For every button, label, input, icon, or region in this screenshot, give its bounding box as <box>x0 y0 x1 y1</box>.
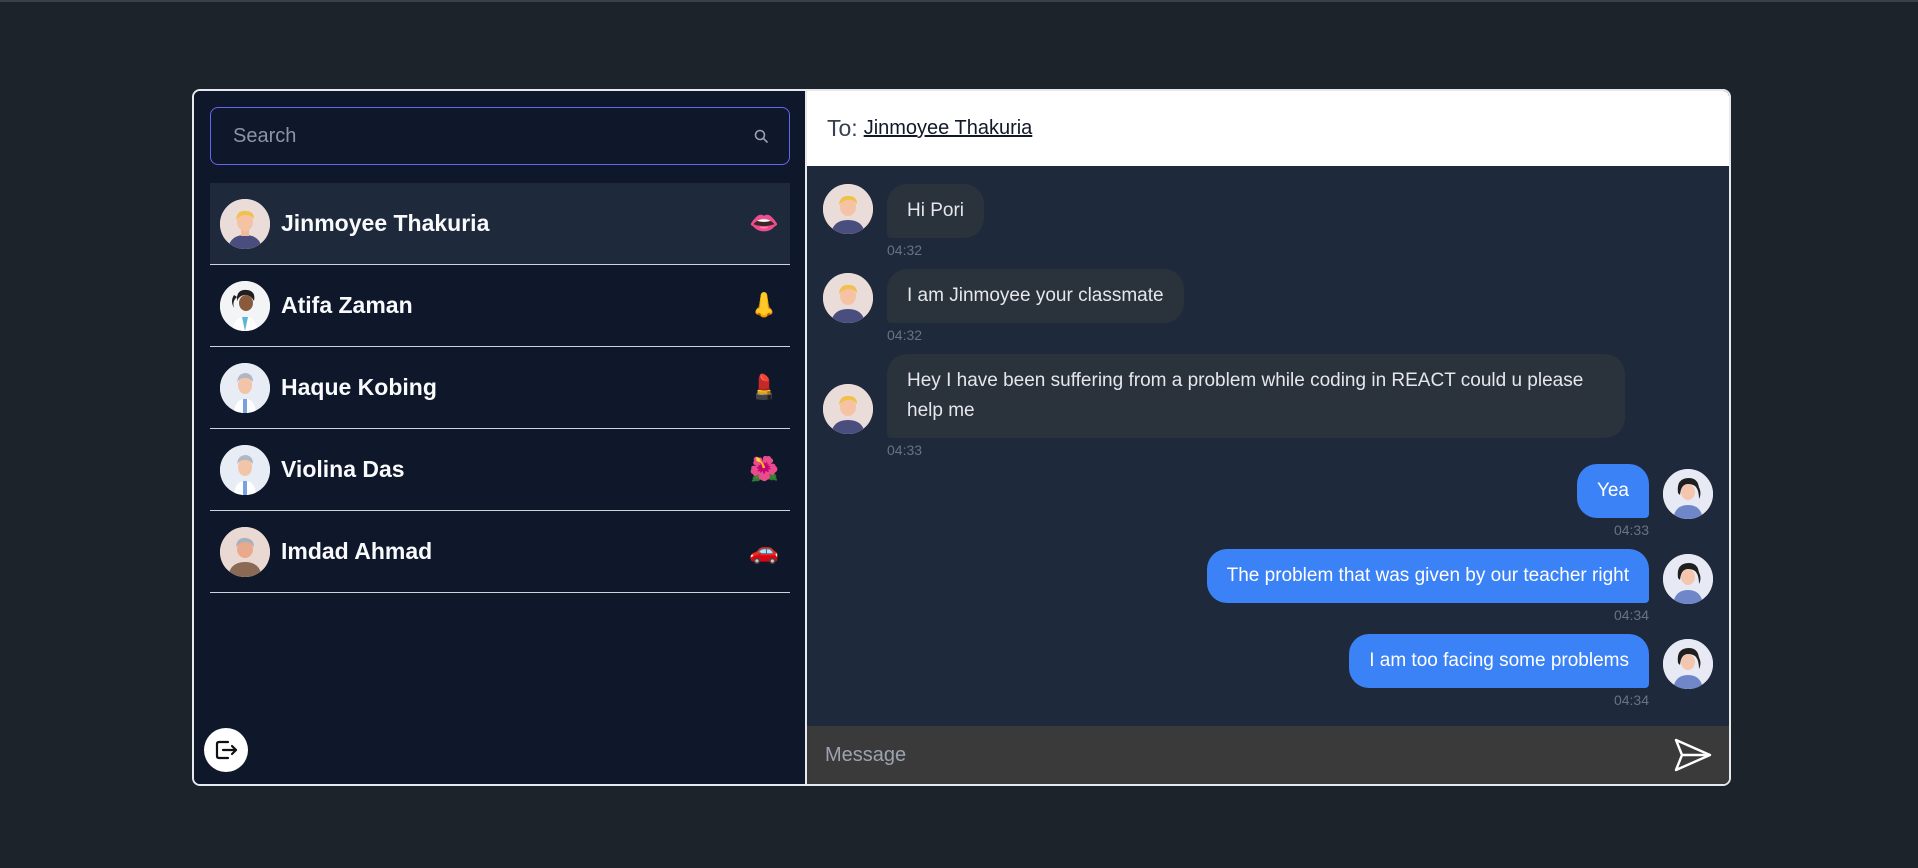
logout-button[interactable] <box>204 728 248 772</box>
message-bubble: Hey I have been suffering from a problem… <box>887 354 1625 438</box>
message-outgoing: The problem that was given by our teache… <box>1206 549 1713 623</box>
search-icon[interactable] <box>753 128 769 144</box>
contact-name: Imdad Ahmad <box>281 538 433 564</box>
message-outgoing: Yea 04:33 <box>1576 464 1713 538</box>
contact-name: Atifa Zaman <box>281 292 413 318</box>
message-incoming: I am Jinmoyee your classmate 04:32 <box>823 269 1184 343</box>
avatar <box>220 526 270 577</box>
message-outgoing: I am too facing some problems 04:34 <box>1349 634 1713 708</box>
nose-icon: 👃 <box>749 292 779 319</box>
chat-header: To: Jinmoyee Thakuria <box>807 91 1729 166</box>
chat-panel: To: Jinmoyee Thakuria Hi Pori 04:32 I am… <box>807 91 1729 784</box>
message-list: Hi Pori 04:32 I am Jinmoyee your classma… <box>807 166 1729 726</box>
send-icon <box>1674 738 1712 772</box>
sidebar: Jinmoyee Thakuria 👄 Atifa Zaman 👃 <box>194 91 807 784</box>
avatar <box>220 444 270 495</box>
message-time: 04:32 <box>887 242 923 258</box>
contact-name: Violina Das <box>281 456 405 482</box>
message-bubble: Yea <box>1576 464 1649 518</box>
avatar <box>823 384 873 434</box>
contact-item[interactable]: Atifa Zaman 👃 <box>210 265 790 347</box>
send-button[interactable] <box>1673 735 1713 775</box>
search-input[interactable] <box>231 123 753 149</box>
search-box[interactable] <box>210 107 790 165</box>
avatar <box>220 362 270 413</box>
avatar <box>823 273 873 323</box>
avatar <box>823 184 873 234</box>
message-bubble: I am too facing some problems <box>1349 634 1649 688</box>
avatar <box>220 280 270 331</box>
message-input[interactable] <box>823 742 1673 768</box>
avatar <box>1663 469 1713 519</box>
contact-item[interactable]: Haque Kobing 💄 <box>210 347 790 429</box>
car-icon: 🚗 <box>749 538 779 565</box>
message-time: 04:34 <box>1613 607 1649 623</box>
contact-name: Jinmoyee Thakuria <box>281 210 490 236</box>
message-time: 04:33 <box>887 442 923 458</box>
message-incoming: Hey I have been suffering from a problem… <box>823 354 1625 458</box>
message-bubble: I am Jinmoyee your classmate <box>887 269 1184 323</box>
avatar <box>220 198 270 249</box>
contact-item[interactable]: Jinmoyee Thakuria 👄 <box>210 183 790 265</box>
message-time: 04:32 <box>887 327 923 343</box>
recipient-name[interactable]: Jinmoyee Thakuria <box>864 117 1033 140</box>
message-time: 04:33 <box>1613 522 1649 538</box>
window-top-border <box>0 0 1918 2</box>
hibiscus-icon: 🌺 <box>749 456 779 483</box>
message-bubble: Hi Pori <box>887 184 985 238</box>
contact-item[interactable]: Violina Das 🌺 <box>210 429 790 511</box>
avatar <box>1663 639 1713 689</box>
logout-icon <box>215 740 238 760</box>
lipstick-icon: 💄 <box>749 374 779 401</box>
to-label: To: <box>827 115 858 141</box>
avatar <box>1663 554 1713 604</box>
message-composer <box>807 726 1729 784</box>
contact-list: Jinmoyee Thakuria 👄 Atifa Zaman 👃 Haque … <box>210 183 790 593</box>
lips-icon: 👄 <box>749 210 779 237</box>
contact-item[interactable]: Imdad Ahmad 🚗 <box>210 511 790 593</box>
message-incoming: Hi Pori 04:32 <box>823 184 985 258</box>
message-bubble: The problem that was given by our teache… <box>1206 549 1649 603</box>
chat-app: Jinmoyee Thakuria 👄 Atifa Zaman 👃 <box>192 89 1731 786</box>
message-time: 04:34 <box>1613 692 1649 708</box>
contact-name: Haque Kobing <box>281 374 437 400</box>
